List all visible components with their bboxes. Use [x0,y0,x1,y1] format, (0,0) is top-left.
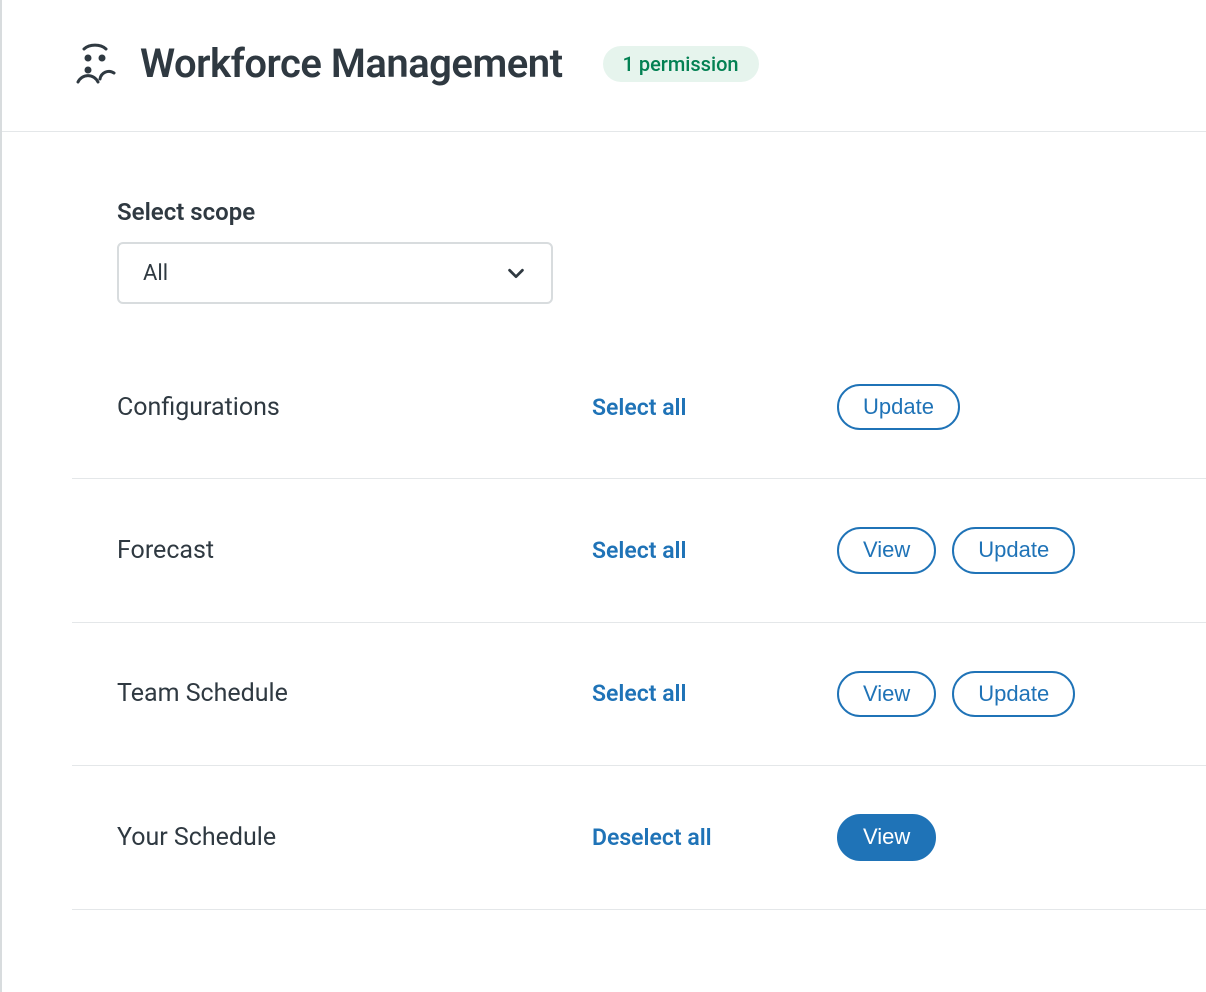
view-button[interactable]: View [837,671,936,717]
row-actions: View Update [837,527,1075,573]
scope-label: Select scope [117,198,1206,226]
select-all-link[interactable]: Select all [592,680,837,707]
row-actions: View Update [837,671,1075,717]
select-all-link[interactable]: Select all [592,394,837,421]
update-button[interactable]: Update [952,527,1075,573]
permission-row-your-schedule: Your Schedule Deselect all View [72,766,1206,909]
update-button[interactable]: Update [837,384,960,430]
page-title: Workforce Management [140,40,563,87]
workforce-icon [74,43,116,85]
permission-row-team-schedule: Team Schedule Select all View Update [72,623,1206,766]
permission-row-forecast: Forecast Select all View Update [72,479,1206,622]
row-label: Your Schedule [117,823,592,852]
chevron-down-icon [505,262,527,284]
scope-selected-value: All [143,261,168,286]
row-label: Configurations [117,393,592,422]
view-button[interactable]: View [837,814,936,860]
scope-select[interactable]: All [117,242,553,304]
deselect-all-link[interactable]: Deselect all [592,824,837,851]
row-label: Team Schedule [117,679,592,708]
row-actions: Update [837,384,960,430]
select-all-link[interactable]: Select all [592,537,837,564]
row-label: Forecast [117,536,592,565]
content-area: Select scope All Configurations Select a… [2,132,1206,910]
row-actions: View [837,814,936,860]
permission-rows: Configurations Select all Update Forecas… [72,364,1206,910]
view-button[interactable]: View [837,527,936,573]
update-button[interactable]: Update [952,671,1075,717]
permission-row-configurations: Configurations Select all Update [72,364,1206,479]
page-header: Workforce Management 1 permission [2,0,1206,132]
permission-badge: 1 permission [603,46,759,82]
